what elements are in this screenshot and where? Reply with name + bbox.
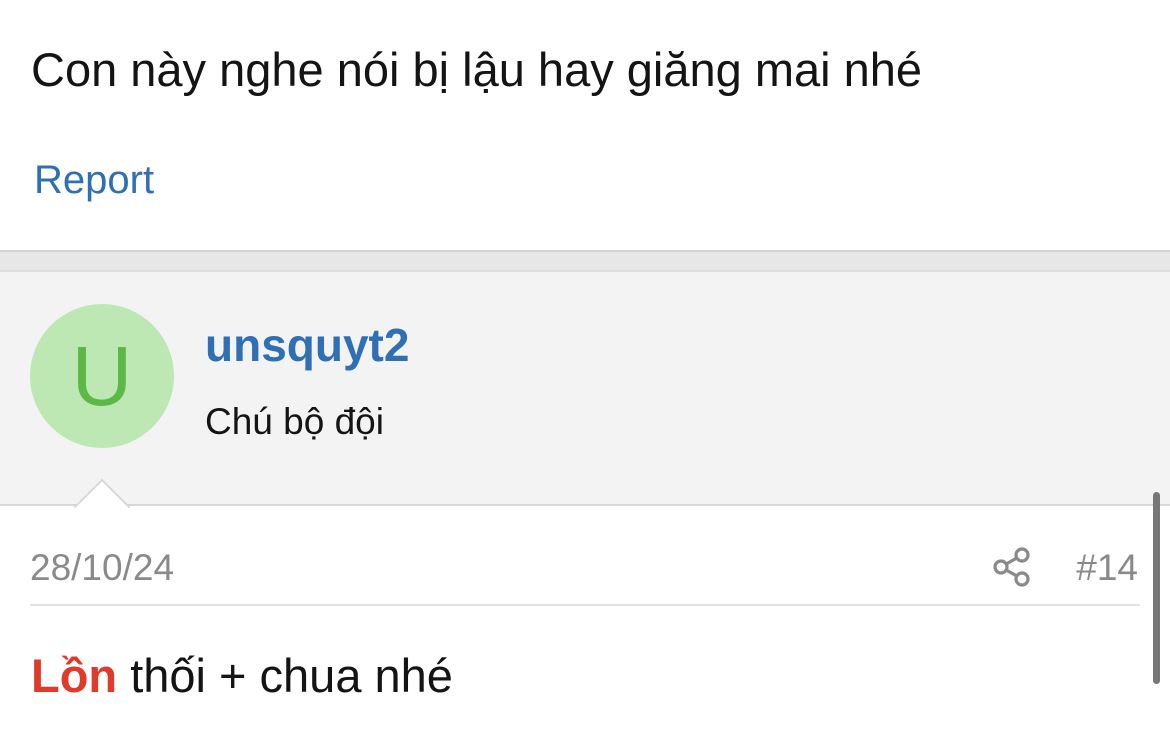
- report-link[interactable]: Report: [34, 156, 154, 204]
- share-icon[interactable]: [992, 546, 1032, 588]
- post-user-header: U unsquyt2 Chú bộ đội: [0, 272, 1170, 506]
- post-body-text: thối + chua nhé: [117, 649, 453, 702]
- previous-post: Con này nghe nói bị lậu hay giăng mai nh…: [0, 0, 1170, 250]
- user-title: Chú bộ đội: [205, 401, 384, 442]
- header-pointer-arrow: [74, 478, 130, 508]
- previous-post-body: Con này nghe nói bị lậu hay giăng mai nh…: [31, 43, 923, 96]
- thread-page: Con này nghe nói bị lậu hay giăng mai nh…: [0, 0, 1170, 731]
- scrollbar-thumb[interactable]: [1153, 492, 1160, 684]
- post-separator: [0, 250, 1170, 272]
- avatar-letter: U: [71, 329, 133, 423]
- highlighted-word: Lồn: [31, 649, 118, 702]
- post-date[interactable]: 28/10/24: [30, 546, 174, 590]
- post-number-link[interactable]: #14: [1076, 546, 1138, 590]
- username-link[interactable]: unsquyt2: [205, 318, 409, 372]
- post-body: Lồn thối + chua nhé: [31, 648, 453, 704]
- post-meta: 28/10/24 #14: [30, 540, 1140, 606]
- avatar[interactable]: U: [30, 304, 174, 448]
